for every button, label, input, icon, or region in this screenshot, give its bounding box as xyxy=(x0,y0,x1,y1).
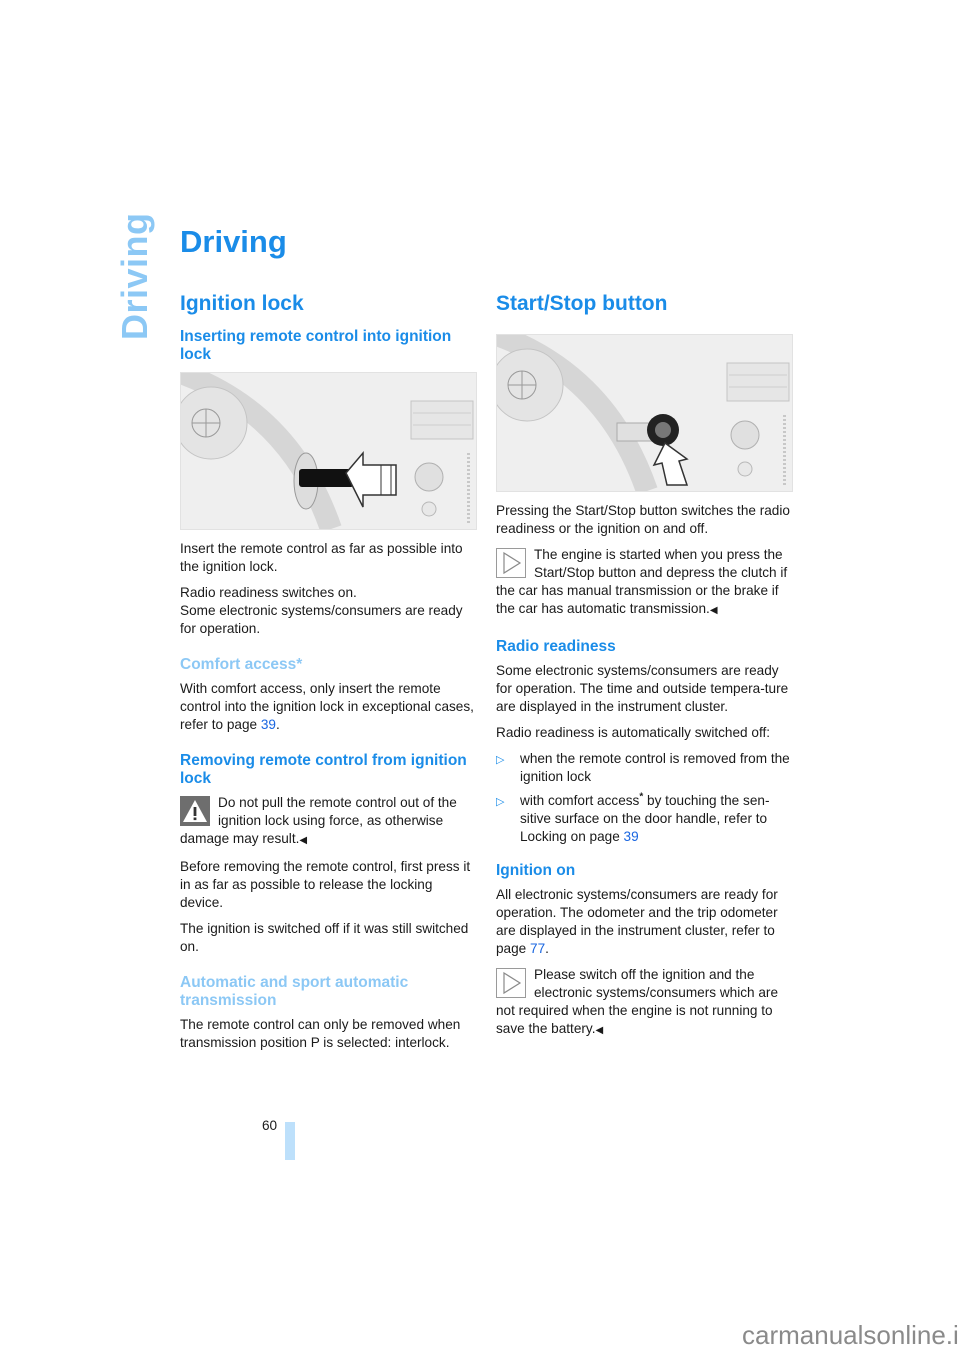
warning-icon xyxy=(180,796,210,826)
paragraph-radio-readiness-desc: Some electronic systems/consumers are re… xyxy=(496,663,789,714)
period: . xyxy=(545,941,549,956)
period: . xyxy=(275,717,280,732)
list-item: ▷ with comfort access* by touching the s… xyxy=(496,792,791,846)
bullet-text: when the remote control is removed from … xyxy=(520,751,790,784)
bullet-triangle-icon: ▷ xyxy=(496,754,505,766)
end-mark-icon: ◀ xyxy=(595,1025,604,1036)
start-stop-drawing xyxy=(497,335,792,491)
page-number-bar xyxy=(285,1122,295,1160)
paragraph-ignition-on: All electronic systems/consumers are rea… xyxy=(496,886,791,958)
paragraph-comfort-access: With comfort access, only insert the rem… xyxy=(180,680,475,734)
side-chapter-tab: Driving xyxy=(112,212,155,342)
subsection-ignition-on: Ignition on xyxy=(496,862,576,879)
paragraph-ignition-switched-off: The ignition is switched off if it was s… xyxy=(180,921,469,954)
watermark: carmanualsonline.info xyxy=(742,1320,960,1350)
ignition-lock-illustration xyxy=(180,372,477,530)
note-engine-start-text: The engine is started when you press the… xyxy=(496,547,788,616)
paragraph-interlock: The remote control can only be removed w… xyxy=(180,1017,461,1050)
radio-readiness-line: Radio readiness switches on. xyxy=(180,585,357,600)
note-arrow-icon xyxy=(496,548,526,578)
subsection-radio-readiness: Radio readiness xyxy=(496,638,616,655)
left-column: Ignition lock Inserting remote control i… xyxy=(180,292,477,1060)
systems-ready-line: Some electronic systems/consumers are re… xyxy=(180,603,463,636)
subsection-removing-remote: Removing remote control from ignition lo… xyxy=(180,752,467,787)
end-mark-icon: ◀ xyxy=(709,605,718,616)
figure-code xyxy=(776,415,792,485)
page-title: Driving xyxy=(180,224,287,259)
subsection-inserting-remote: Inserting remote control into ignition l… xyxy=(180,328,452,363)
paragraph-radio-switched-off: Radio readiness is automatically switche… xyxy=(496,725,771,740)
figure-code xyxy=(460,453,476,523)
bullet-text-prefix: with comfort access xyxy=(520,793,640,808)
note-engine-start: The engine is started when you press the… xyxy=(496,546,791,620)
end-mark-icon: ◀ xyxy=(299,835,308,846)
paragraph-insert-remote: Insert the remote control as far as poss… xyxy=(180,541,463,574)
list-item: ▷ when the remote control is removed fro… xyxy=(496,750,791,786)
note-save-battery: Please switch off the ignition and the e… xyxy=(496,966,791,1040)
section-title-ignition-lock: Ignition lock xyxy=(180,292,304,315)
comfort-access-text: With comfort access, only insert the rem… xyxy=(180,681,474,732)
page-link-77[interactable]: 77 xyxy=(530,941,545,956)
subsection-comfort-access: Comfort access* xyxy=(180,656,303,673)
paragraph-before-removing: Before removing the remote control, firs… xyxy=(180,859,471,910)
right-column: Start/Stop button Pressing the Start/Sto… xyxy=(496,292,793,1048)
paragraph-radio-readiness: Radio readiness switches on. Some electr… xyxy=(180,584,475,638)
paragraph-pressing-start-stop: Pressing the Start/Stop button switches … xyxy=(496,503,790,536)
warning-text: Do not pull the remote control out of th… xyxy=(180,795,457,846)
page-number: 60 xyxy=(262,1118,278,1133)
page-link-39[interactable]: 39 xyxy=(624,829,639,844)
note-arrow-icon xyxy=(496,968,526,998)
note-save-battery-text: Please switch off the ignition and the e… xyxy=(496,967,779,1036)
bullet-triangle-icon: ▷ xyxy=(496,796,505,808)
page-link-39[interactable]: 39 xyxy=(261,717,276,732)
start-stop-illustration xyxy=(496,334,793,492)
ignition-lock-drawing xyxy=(181,373,476,529)
side-chapter-label: Driving xyxy=(114,212,155,340)
warning-note: Do not pull the remote control out of th… xyxy=(180,794,475,850)
bullet-text: with comfort access* by touching the sen… xyxy=(520,792,791,846)
subsection-automatic-transmission: Automatic and sport automatic transmissi… xyxy=(180,974,409,1009)
section-title-start-stop: Start/Stop button xyxy=(496,292,668,315)
